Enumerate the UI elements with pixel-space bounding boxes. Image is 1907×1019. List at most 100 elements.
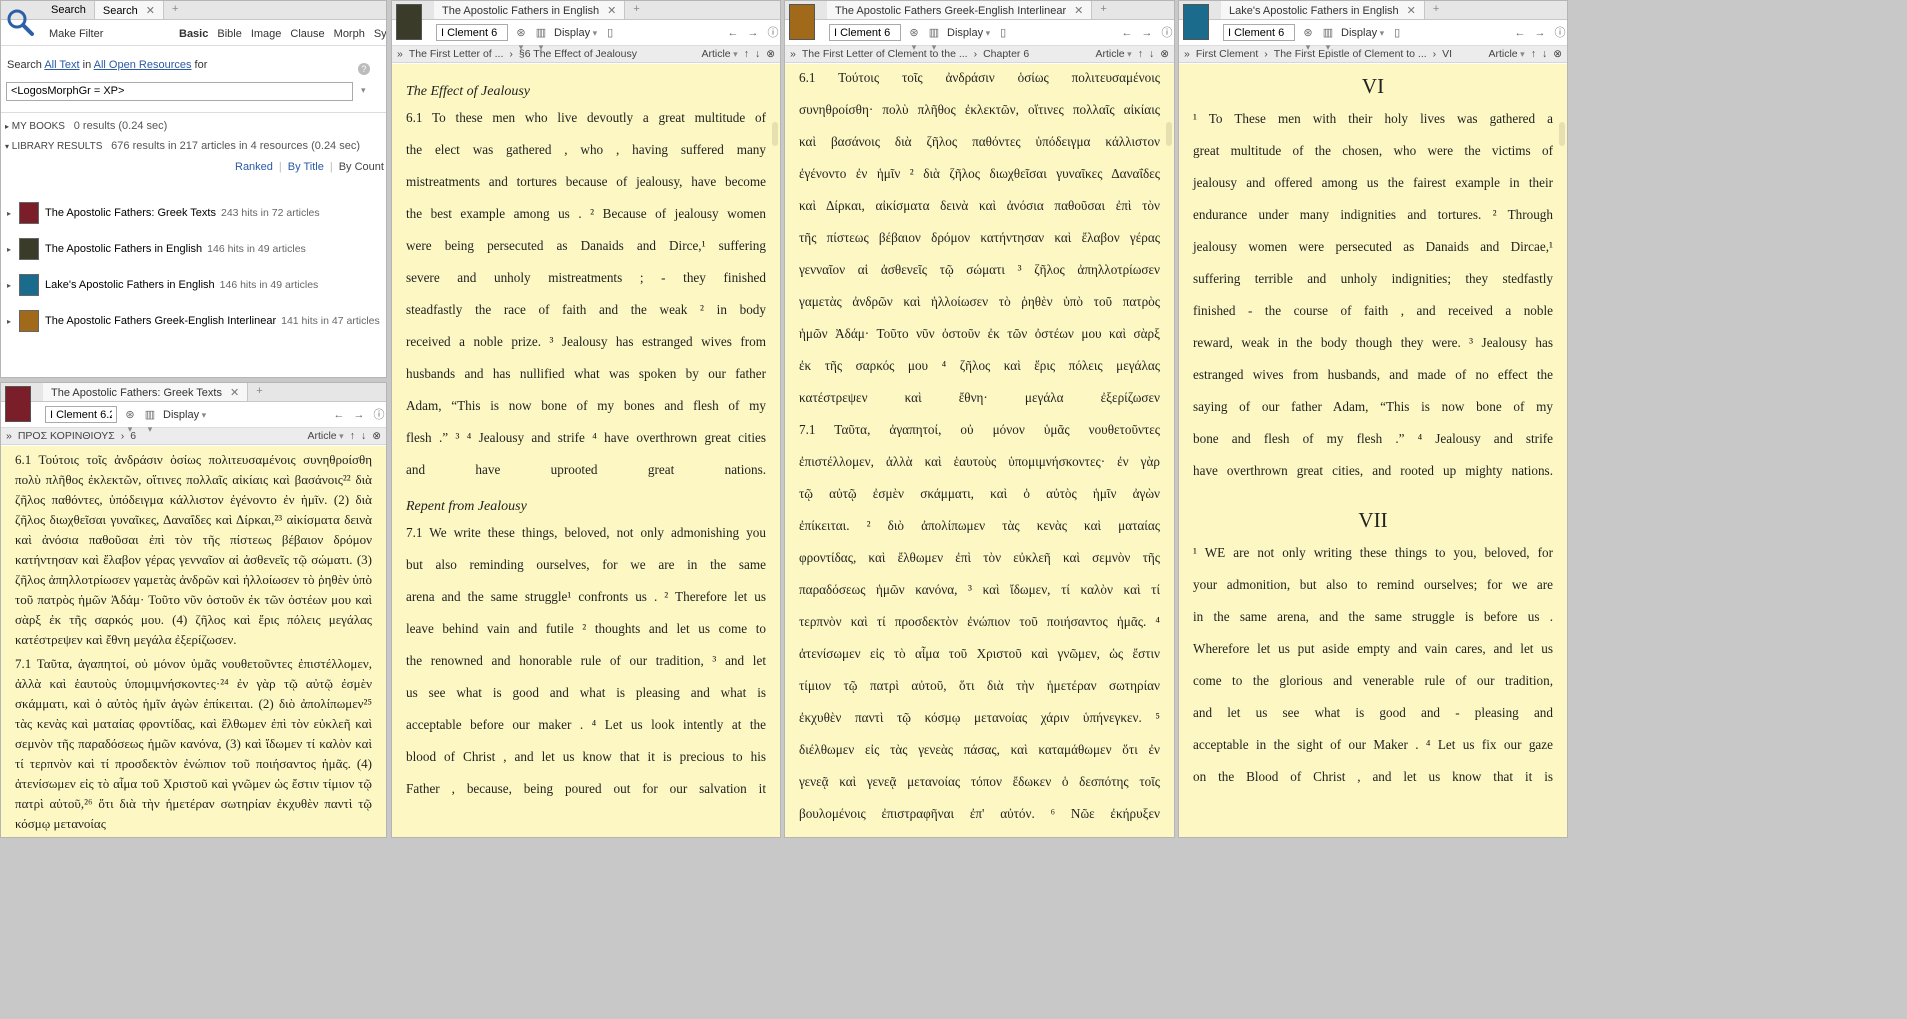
tab-interlinear[interactable]: The Apostolic Fathers Greek-English Inte… xyxy=(827,1,1093,19)
forward-icon[interactable]: → xyxy=(1533,26,1547,40)
panel-icon[interactable]: ▥ xyxy=(1321,26,1335,40)
sync-icon[interactable]: ⊛ xyxy=(123,408,137,422)
forward-icon[interactable]: → xyxy=(746,26,760,40)
expand-icon[interactable]: » xyxy=(790,48,796,60)
tab-syntax[interactable]: Syntax xyxy=(374,28,386,40)
sync-icon[interactable]: ⊛ xyxy=(514,26,528,40)
page-icon[interactable]: ▯ xyxy=(1390,26,1404,40)
sort-by-title[interactable]: By Title xyxy=(288,161,324,173)
chevron-down-icon[interactable]: ▾ xyxy=(361,85,366,96)
list-item[interactable]: ▸ The Apostolic Fathers Greek-English In… xyxy=(1,303,386,339)
down-arrow-icon[interactable]: ↓ xyxy=(361,430,366,442)
list-item[interactable]: ▸ The Apostolic Fathers: Greek Texts 243 … xyxy=(1,195,386,231)
tab-greek-texts[interactable]: The Apostolic Fathers: Greek Texts ✕ xyxy=(43,383,249,401)
page-icon[interactable]: ▯ xyxy=(603,26,617,40)
sync-icon[interactable]: ⊛ xyxy=(1301,26,1315,40)
make-filter-button[interactable]: Make Filter xyxy=(49,28,103,40)
text-line: τίμιον τῷ πατρὶ αὐτοῦ, ὅτι διὰ τὴν ἡμετέ… xyxy=(799,678,1160,693)
panel-icon[interactable]: ▥ xyxy=(534,26,548,40)
all-open-resources-link[interactable]: All Open Resources xyxy=(94,59,192,71)
book-cover-icon xyxy=(19,310,39,332)
info-icon[interactable]: ⓘ xyxy=(372,408,386,422)
text-line: suffering terrible and unholy indignitie… xyxy=(1193,271,1553,286)
close-icon[interactable]: ✕ xyxy=(1074,5,1083,17)
library-results-row[interactable]: ▾ LIBRARY RESULTS 676 results in 217 art… xyxy=(5,140,360,152)
expand-icon[interactable]: » xyxy=(1184,48,1190,60)
new-tab-button[interactable]: + xyxy=(625,1,647,19)
search-icon[interactable] xyxy=(5,7,35,37)
scrollbar-thumb[interactable] xyxy=(772,122,778,146)
back-icon[interactable]: ← xyxy=(1513,26,1527,40)
up-arrow-icon[interactable]: ↑ xyxy=(1531,48,1536,60)
sort-ranked[interactable]: Ranked xyxy=(235,161,273,173)
close-icon[interactable]: ✕ xyxy=(230,387,239,399)
tab-english[interactable]: The Apostolic Fathers in English ✕ xyxy=(434,1,626,19)
close-icon[interactable]: ⊗ xyxy=(1160,48,1169,60)
display-menu[interactable]: Display xyxy=(1341,27,1384,39)
expand-icon[interactable]: » xyxy=(6,430,12,442)
list-item[interactable]: ▸ Lake's Apostolic Fathers in English 146… xyxy=(1,267,386,303)
new-tab-button[interactable]: + xyxy=(1092,1,1114,19)
all-text-link[interactable]: All Text xyxy=(44,59,79,71)
up-arrow-icon[interactable]: ↑ xyxy=(744,48,749,60)
new-tab-button[interactable]: + xyxy=(164,1,186,19)
scrollbar-thumb[interactable] xyxy=(1559,122,1565,146)
new-tab-button[interactable]: + xyxy=(248,383,270,401)
new-tab-button[interactable]: + xyxy=(1425,1,1447,19)
reference-input[interactable] xyxy=(45,406,117,423)
breadcrumb: » First Clement › The First Epistle of Cle… xyxy=(1179,46,1567,63)
reference-input[interactable] xyxy=(436,24,508,41)
greek-paragraph: 7.1 Ταῦτα, ἀγαπητοί, οὐ μόνον ὑμᾶς νουθε… xyxy=(15,656,372,831)
tab-bible[interactable]: Bible xyxy=(217,28,241,40)
panel-icon[interactable]: ▥ xyxy=(927,26,941,40)
back-icon[interactable]: ← xyxy=(726,26,740,40)
sort-by-count[interactable]: By Count xyxy=(339,161,384,173)
display-menu[interactable]: Display xyxy=(554,27,597,39)
search-input[interactable]: <LogosMorphGr = XP> xyxy=(6,82,353,101)
display-menu[interactable]: Display xyxy=(163,409,206,421)
close-icon[interactable]: ⊗ xyxy=(372,430,381,442)
back-icon[interactable]: ← xyxy=(1120,26,1134,40)
tab-clause[interactable]: Clause xyxy=(290,28,324,40)
close-icon[interactable]: ⊗ xyxy=(1553,48,1562,60)
my-books-row[interactable]: ▸ MY BOOKS 0 results (0.24 sec) xyxy=(5,120,167,132)
info-icon[interactable]: ⓘ xyxy=(1160,26,1174,40)
article-menu[interactable]: Article xyxy=(1095,48,1131,60)
reference-input[interactable] xyxy=(829,24,901,41)
tab-morph[interactable]: Morph xyxy=(334,28,365,40)
list-item[interactable]: ▸ The Apostolic Fathers in English 146 hi… xyxy=(1,231,386,267)
close-icon[interactable]: ✕ xyxy=(607,5,616,17)
reference-input[interactable] xyxy=(1223,24,1295,41)
panel-icon[interactable]: ▥ xyxy=(143,408,157,422)
forward-icon[interactable]: → xyxy=(1140,26,1154,40)
up-arrow-icon[interactable]: ↑ xyxy=(1138,48,1143,60)
section-title: Repent from Jealousy xyxy=(406,499,527,514)
info-icon[interactable]: ⓘ xyxy=(1553,26,1567,40)
close-icon[interactable]: ✕ xyxy=(146,5,155,17)
close-icon[interactable]: ⊗ xyxy=(766,48,775,60)
article-menu[interactable]: Article xyxy=(1488,48,1524,60)
article-menu[interactable]: Article xyxy=(307,430,343,442)
up-arrow-icon[interactable]: ↑ xyxy=(350,430,355,442)
tab-search-2[interactable]: Search ✕ xyxy=(94,1,164,19)
tab-lake[interactable]: Lake's Apostolic Fathers in English ✕ xyxy=(1221,1,1425,19)
back-icon[interactable]: ← xyxy=(332,408,346,422)
scrollbar-thumb[interactable] xyxy=(1166,122,1172,146)
tab-image[interactable]: Image xyxy=(251,28,282,40)
down-arrow-icon[interactable]: ↓ xyxy=(1542,48,1547,60)
close-icon[interactable]: ✕ xyxy=(1407,5,1416,17)
tab-basic[interactable]: Basic xyxy=(179,28,208,40)
down-arrow-icon[interactable]: ↓ xyxy=(755,48,760,60)
expand-icon[interactable]: » xyxy=(397,48,403,60)
tab-search-1[interactable]: Search xyxy=(43,1,95,19)
sync-icon[interactable]: ⊛ xyxy=(907,26,921,40)
forward-icon[interactable]: → xyxy=(352,408,366,422)
page-icon[interactable]: ▯ xyxy=(996,26,1010,40)
down-arrow-icon[interactable]: ↓ xyxy=(1149,48,1154,60)
article-menu[interactable]: Article xyxy=(701,48,737,60)
passage-6: 6.1 To these men who live devoutly a gre… xyxy=(406,110,766,477)
display-menu[interactable]: Display xyxy=(947,27,990,39)
help-icon[interactable]: ? xyxy=(358,63,370,75)
info-icon[interactable]: ⓘ xyxy=(766,26,780,40)
passage-7: 7.1 We write these things, beloved, not … xyxy=(406,525,766,796)
